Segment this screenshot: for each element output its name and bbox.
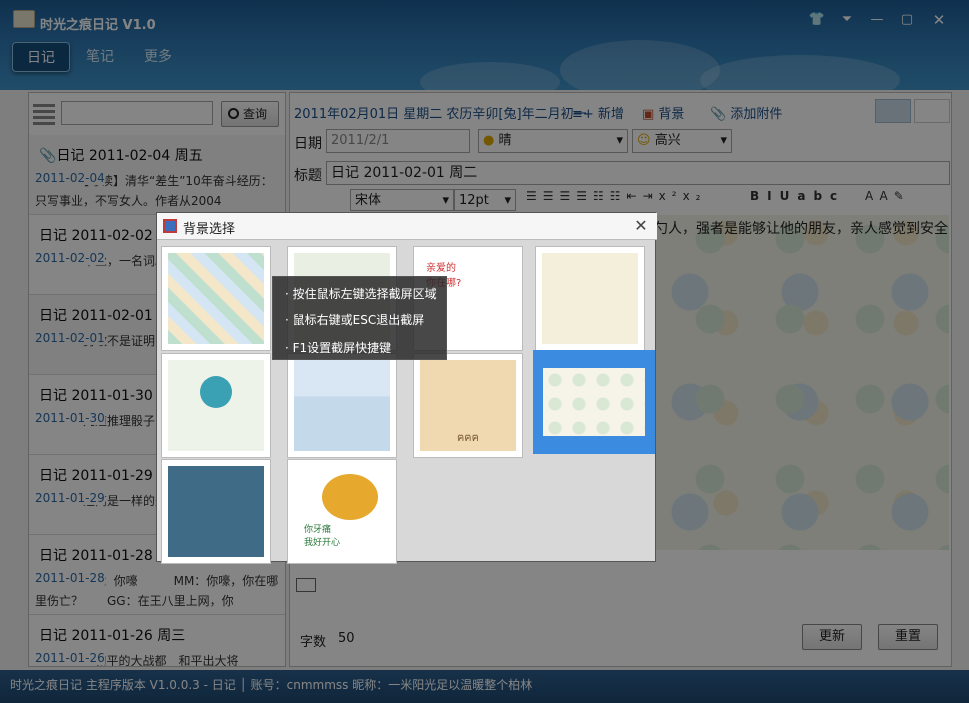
thumbnail-caption: ฅฅฅ [456,431,480,444]
background-select-dialog: 背景选择 ✕ 亲爱的你在哪? ฅฅฅ 你牙痛我好开心 [156,212,657,564]
background-thumbnail[interactable]: 你牙痛 我好开心 [287,459,397,564]
screenshot-tooltip: · 按住鼠标左键选择截屏区域 · 鼠标右键或ESC退出截屏 · F1设置截屏快捷… [272,276,447,360]
background-thumbnail[interactable] [161,353,271,458]
background-thumbnail[interactable]: ฅฅฅ [413,353,523,458]
dialog-icon [163,219,177,233]
background-thumbnail-selected[interactable] [533,350,655,454]
tooltip-line: · F1设置截屏快捷键 [285,341,392,355]
background-thumbnail[interactable] [161,246,271,351]
dialog-title-bar: 背景选择 ✕ [157,213,657,240]
thumbnail-caption: 我好开心 [304,538,341,548]
tooltip-line: · 鼠标右键或ESC退出截屏 [285,313,425,327]
background-thumbnail[interactable] [535,246,645,351]
thumbnail-caption: 你牙痛 [304,525,332,535]
dialog-title: 背景选择 [183,222,236,237]
dialog-close-icon[interactable]: ✕ [631,216,651,236]
thumbnail-caption: 亲爱的 [426,263,456,274]
app-window: 时光之痕日记 V1.0 👕 ⏷ — ▢ ✕ 日记 笔记 更多 查询 📎日记 20… [0,0,969,703]
tooltip-line: · 按住鼠标左键选择截屏区域 [285,287,437,301]
background-thumbnail[interactable] [161,459,271,564]
background-thumbnail[interactable] [287,353,397,458]
